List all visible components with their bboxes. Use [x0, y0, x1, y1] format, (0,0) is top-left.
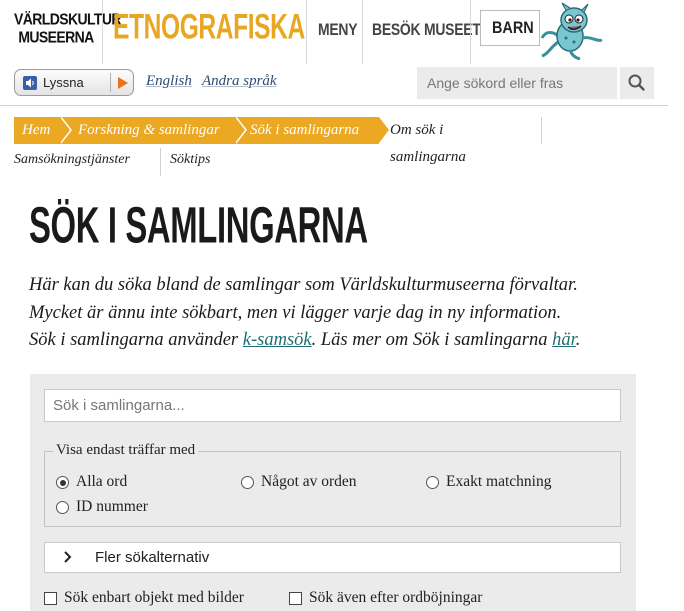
intro-text-part: . Läs mer om Sök i samlingarna [311, 330, 553, 350]
header-divider [102, 0, 103, 64]
site-header: VÄRLDSKULTUR MUSEERNA ETNOGRAFISKA MENY … [0, 0, 684, 64]
subnav-samsokningstjanster[interactable]: Samsökningstjänster [14, 152, 130, 168]
intro-text-part: Sök i samlingarna använder [29, 330, 243, 350]
breadcrumb-current: Om sök i samlingarna [390, 122, 466, 165]
radio-button[interactable] [56, 501, 69, 514]
logo-line-1: VÄRLDSKULTUR [14, 10, 121, 28]
checkbox[interactable] [44, 592, 57, 605]
search-panel: Sök i samlingarna... Visa endast träffar… [30, 374, 636, 611]
more-options-toggle[interactable]: Fler sökalternativ [44, 542, 621, 573]
page-title: SÖK I SAMLINGARNA [29, 196, 368, 255]
intro-line: Här kan du söka bland de samlingar som V… [29, 275, 578, 295]
intro-line: Sök i samlingarna använder k-samsök. Läs… [29, 327, 649, 355]
intro-text-part: . [575, 330, 581, 350]
site-search-button[interactable] [620, 67, 654, 99]
radio-button-selected[interactable] [56, 476, 69, 489]
radio-label: Exakt matchning [446, 473, 552, 490]
logo-line-2: MUSEERNA [18, 27, 94, 46]
header-divider [306, 0, 307, 64]
subnav-divider [160, 148, 161, 176]
collection-search-input[interactable]: Sök i samlingarna... [44, 389, 621, 422]
radio-button[interactable] [426, 476, 439, 489]
breadcrumb-item-forskning[interactable]: Forskning & samlingar [60, 116, 247, 144]
breadcrumb-item-sok[interactable]: Sök i samlingarna [235, 116, 391, 144]
language-english[interactable]: English [146, 73, 192, 90]
intro-text: Här kan du söka bland de samlingar som V… [29, 272, 649, 355]
speaker-icon [23, 76, 37, 90]
magnifier-icon [628, 74, 645, 91]
radio-label: Något av orden [261, 473, 357, 490]
listen-separator [110, 73, 111, 92]
language-other[interactable]: Andra språk [202, 73, 277, 90]
radio-label: ID nummer [76, 498, 148, 515]
nav-besok-museet[interactable]: BESÖK MUSEET [372, 20, 481, 40]
listen-label: Lyssna [43, 75, 84, 90]
breadcrumb-item-hem[interactable]: Hem [14, 116, 72, 144]
checkbox-label: Sök även efter ordböjningar [309, 589, 483, 606]
filter-legend: Visa endast träffar med [53, 442, 199, 459]
more-options-label: Fler sökalternativ [95, 549, 210, 566]
filter-fieldset: Visa endast träffar med Alla ord Något a… [44, 442, 621, 527]
radio-label: Alla ord [76, 473, 128, 490]
header-divider [470, 0, 471, 64]
listen-button[interactable]: Lyssna [14, 69, 134, 96]
breadcrumb-divider [541, 117, 542, 144]
breadcrumb-label: Sök i samlingarna [250, 122, 360, 138]
chevron-right-icon [64, 551, 72, 563]
varldskultur-logo[interactable]: VÄRLDSKULTUR MUSEERNA [14, 10, 121, 46]
checkbox[interactable] [289, 592, 302, 605]
intro-line: Mycket är ännu inte sökbart, men vi lägg… [29, 302, 562, 323]
radio-button[interactable] [241, 476, 254, 489]
breadcrumb-label: Forskning & samlingar [78, 122, 220, 138]
subnav-soktips[interactable]: Söktips [170, 152, 210, 168]
breadcrumb-label: Hem [22, 122, 51, 138]
play-icon[interactable] [118, 77, 128, 89]
site-search-input[interactable]: Ange sökord eller fras [417, 67, 617, 99]
read-more-link[interactable]: här [552, 330, 576, 350]
etnografiska-logo[interactable]: ETNOGRAFISKA [113, 8, 305, 48]
checkbox-label: Sök enbart objekt med bilder [64, 589, 244, 606]
mascot-icon [540, 2, 603, 60]
barn-button[interactable]: BARN [480, 10, 540, 46]
barn-label: BARN [492, 18, 534, 37]
nav-meny[interactable]: MENY [318, 20, 358, 40]
k-samsok-link[interactable]: k-samsök [243, 330, 312, 350]
header-divider [362, 0, 363, 64]
